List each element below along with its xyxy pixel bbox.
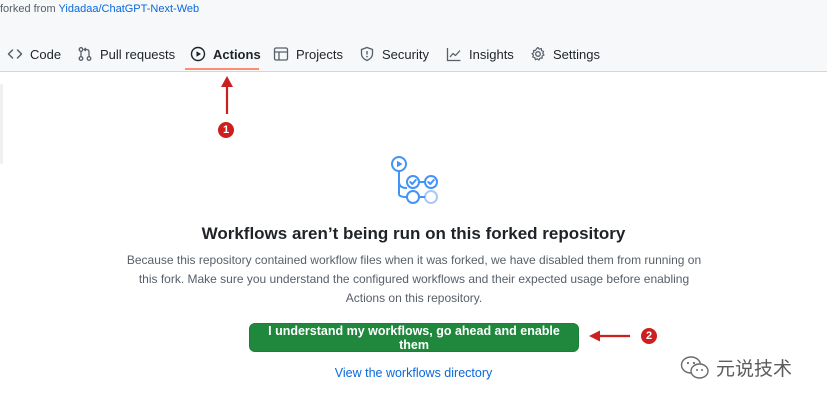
active-tab-underline bbox=[185, 68, 259, 70]
forked-prefix: forked from bbox=[0, 3, 56, 15]
enable-workflows-button[interactable]: I understand my workflows, go ahead and … bbox=[249, 323, 579, 352]
tab-label: Security bbox=[382, 46, 429, 62]
tab-label: Actions bbox=[213, 46, 261, 62]
tab-settings[interactable]: Settings bbox=[530, 37, 600, 71]
tab-projects[interactable]: Projects bbox=[273, 37, 343, 71]
red-arrow-up-icon bbox=[221, 76, 233, 114]
view-workflows-link-text: View the workflows directory bbox=[334, 366, 493, 380]
play-icon bbox=[190, 46, 206, 62]
gear-icon bbox=[530, 46, 546, 62]
table-icon bbox=[273, 46, 289, 62]
repo-header: forked from Yidadaa/ChatGPT-Next-Web Cod… bbox=[0, 0, 827, 72]
tab-label: Projects bbox=[296, 46, 343, 62]
forked-repo-link[interactable]: Yidadaa/ChatGPT-Next-Web bbox=[59, 3, 200, 15]
watermark-text: 元说技术 bbox=[716, 358, 793, 380]
tab-code[interactable]: Code bbox=[7, 37, 61, 71]
tab-pull-requests[interactable]: Pull requests bbox=[77, 37, 175, 71]
workflow-icon bbox=[391, 156, 438, 204]
graph-icon bbox=[446, 46, 462, 62]
tab-label: Insights bbox=[469, 46, 514, 62]
tab-insights[interactable]: Insights bbox=[446, 37, 514, 71]
annotation-badge-1: 1 bbox=[218, 122, 234, 138]
red-arrow-left-icon bbox=[589, 330, 630, 342]
pull-request-icon bbox=[77, 46, 93, 62]
tab-security[interactable]: Security bbox=[359, 37, 429, 71]
forked-from-line: forked from Yidadaa/ChatGPT-Next-Web bbox=[0, 3, 199, 15]
code-icon bbox=[7, 46, 23, 62]
watermark: 元说技术 bbox=[680, 354, 792, 381]
annotation-badge-2: 2 bbox=[641, 328, 657, 344]
tab-actions[interactable]: Actions bbox=[190, 37, 261, 71]
description-text: Because this repository contained workfl… bbox=[126, 253, 702, 305]
shield-icon bbox=[359, 46, 375, 62]
wechat-icon bbox=[680, 355, 709, 379]
left-panel-edge bbox=[0, 84, 3, 164]
tab-label: Code bbox=[30, 46, 62, 62]
tab-label: Pull requests bbox=[100, 46, 176, 62]
tab-label: Settings bbox=[553, 46, 600, 62]
page-title: Workflows aren’t being run on this forke… bbox=[201, 224, 626, 243]
